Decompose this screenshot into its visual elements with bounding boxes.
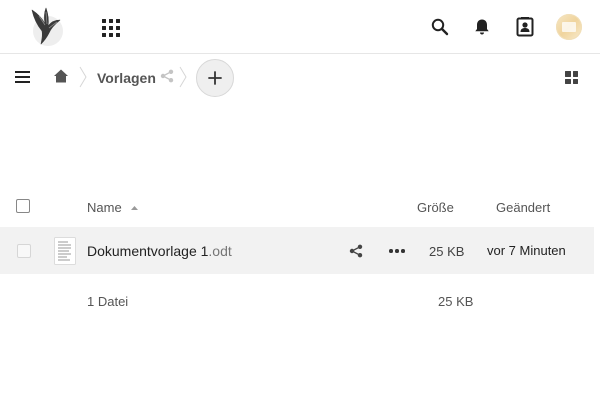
contacts-button[interactable] — [515, 17, 535, 37]
app-header — [0, 0, 600, 54]
document-file-icon — [54, 237, 76, 265]
file-row-checkbox[interactable] — [17, 244, 31, 258]
more-dot — [389, 249, 393, 253]
file-row[interactable]: Dokumentvorlage 1.odt 25 KB vor 7 Minute… — [0, 227, 594, 274]
search-button[interactable] — [430, 17, 450, 37]
breadcrumb-home[interactable] — [53, 68, 69, 84]
file-modified: vor 7 Minuten — [487, 243, 566, 258]
column-header-size[interactable]: Größe — [417, 200, 454, 215]
breadcrumb-bar: Vorlagen — [0, 54, 600, 100]
nextcloud-logo[interactable] — [26, 4, 66, 50]
apps-menu-button[interactable] — [102, 19, 120, 37]
file-actions-menu-button[interactable] — [389, 249, 405, 253]
column-header-name[interactable]: Name — [87, 200, 122, 215]
home-icon — [54, 69, 68, 83]
plus-icon — [208, 71, 222, 85]
file-name[interactable]: Dokumentvorlage 1.odt — [87, 243, 232, 259]
share-icon — [160, 69, 174, 83]
file-share-button[interactable] — [349, 244, 363, 258]
summary-total-size: 25 KB — [438, 294, 474, 309]
share-icon — [349, 244, 363, 258]
new-file-button[interactable] — [196, 59, 234, 97]
grid-view-toggle[interactable] — [565, 71, 578, 84]
file-table-header: Name Größe Geändert — [0, 186, 600, 226]
bird-logo-icon — [31, 7, 63, 46]
breadcrumb-separator — [179, 66, 187, 88]
navigation-toggle-button[interactable] — [15, 71, 30, 83]
sort-ascending-icon — [131, 206, 138, 210]
more-dot — [401, 249, 405, 253]
select-all-checkbox[interactable] — [16, 199, 30, 213]
column-header-modified[interactable]: Geändert — [496, 200, 550, 215]
contacts-icon — [516, 17, 534, 37]
breadcrumb-share-button[interactable] — [160, 69, 174, 83]
user-avatar[interactable] — [556, 14, 582, 40]
more-dot — [395, 249, 399, 253]
breadcrumb-separator — [79, 66, 87, 88]
file-basename: Dokumentvorlage 1 — [87, 243, 209, 259]
file-size: 25 KB — [429, 244, 465, 259]
notifications-button[interactable] — [472, 17, 492, 37]
summary-file-count: 1 Datei — [87, 294, 129, 309]
bell-icon — [475, 19, 489, 35]
file-extension: .odt — [208, 243, 232, 259]
file-list-summary: 1 Datei 25 KB — [0, 288, 600, 316]
search-icon — [431, 18, 449, 36]
breadcrumb-folder[interactable]: Vorlagen — [97, 70, 156, 86]
file-type-icon-wrapper — [54, 237, 76, 265]
